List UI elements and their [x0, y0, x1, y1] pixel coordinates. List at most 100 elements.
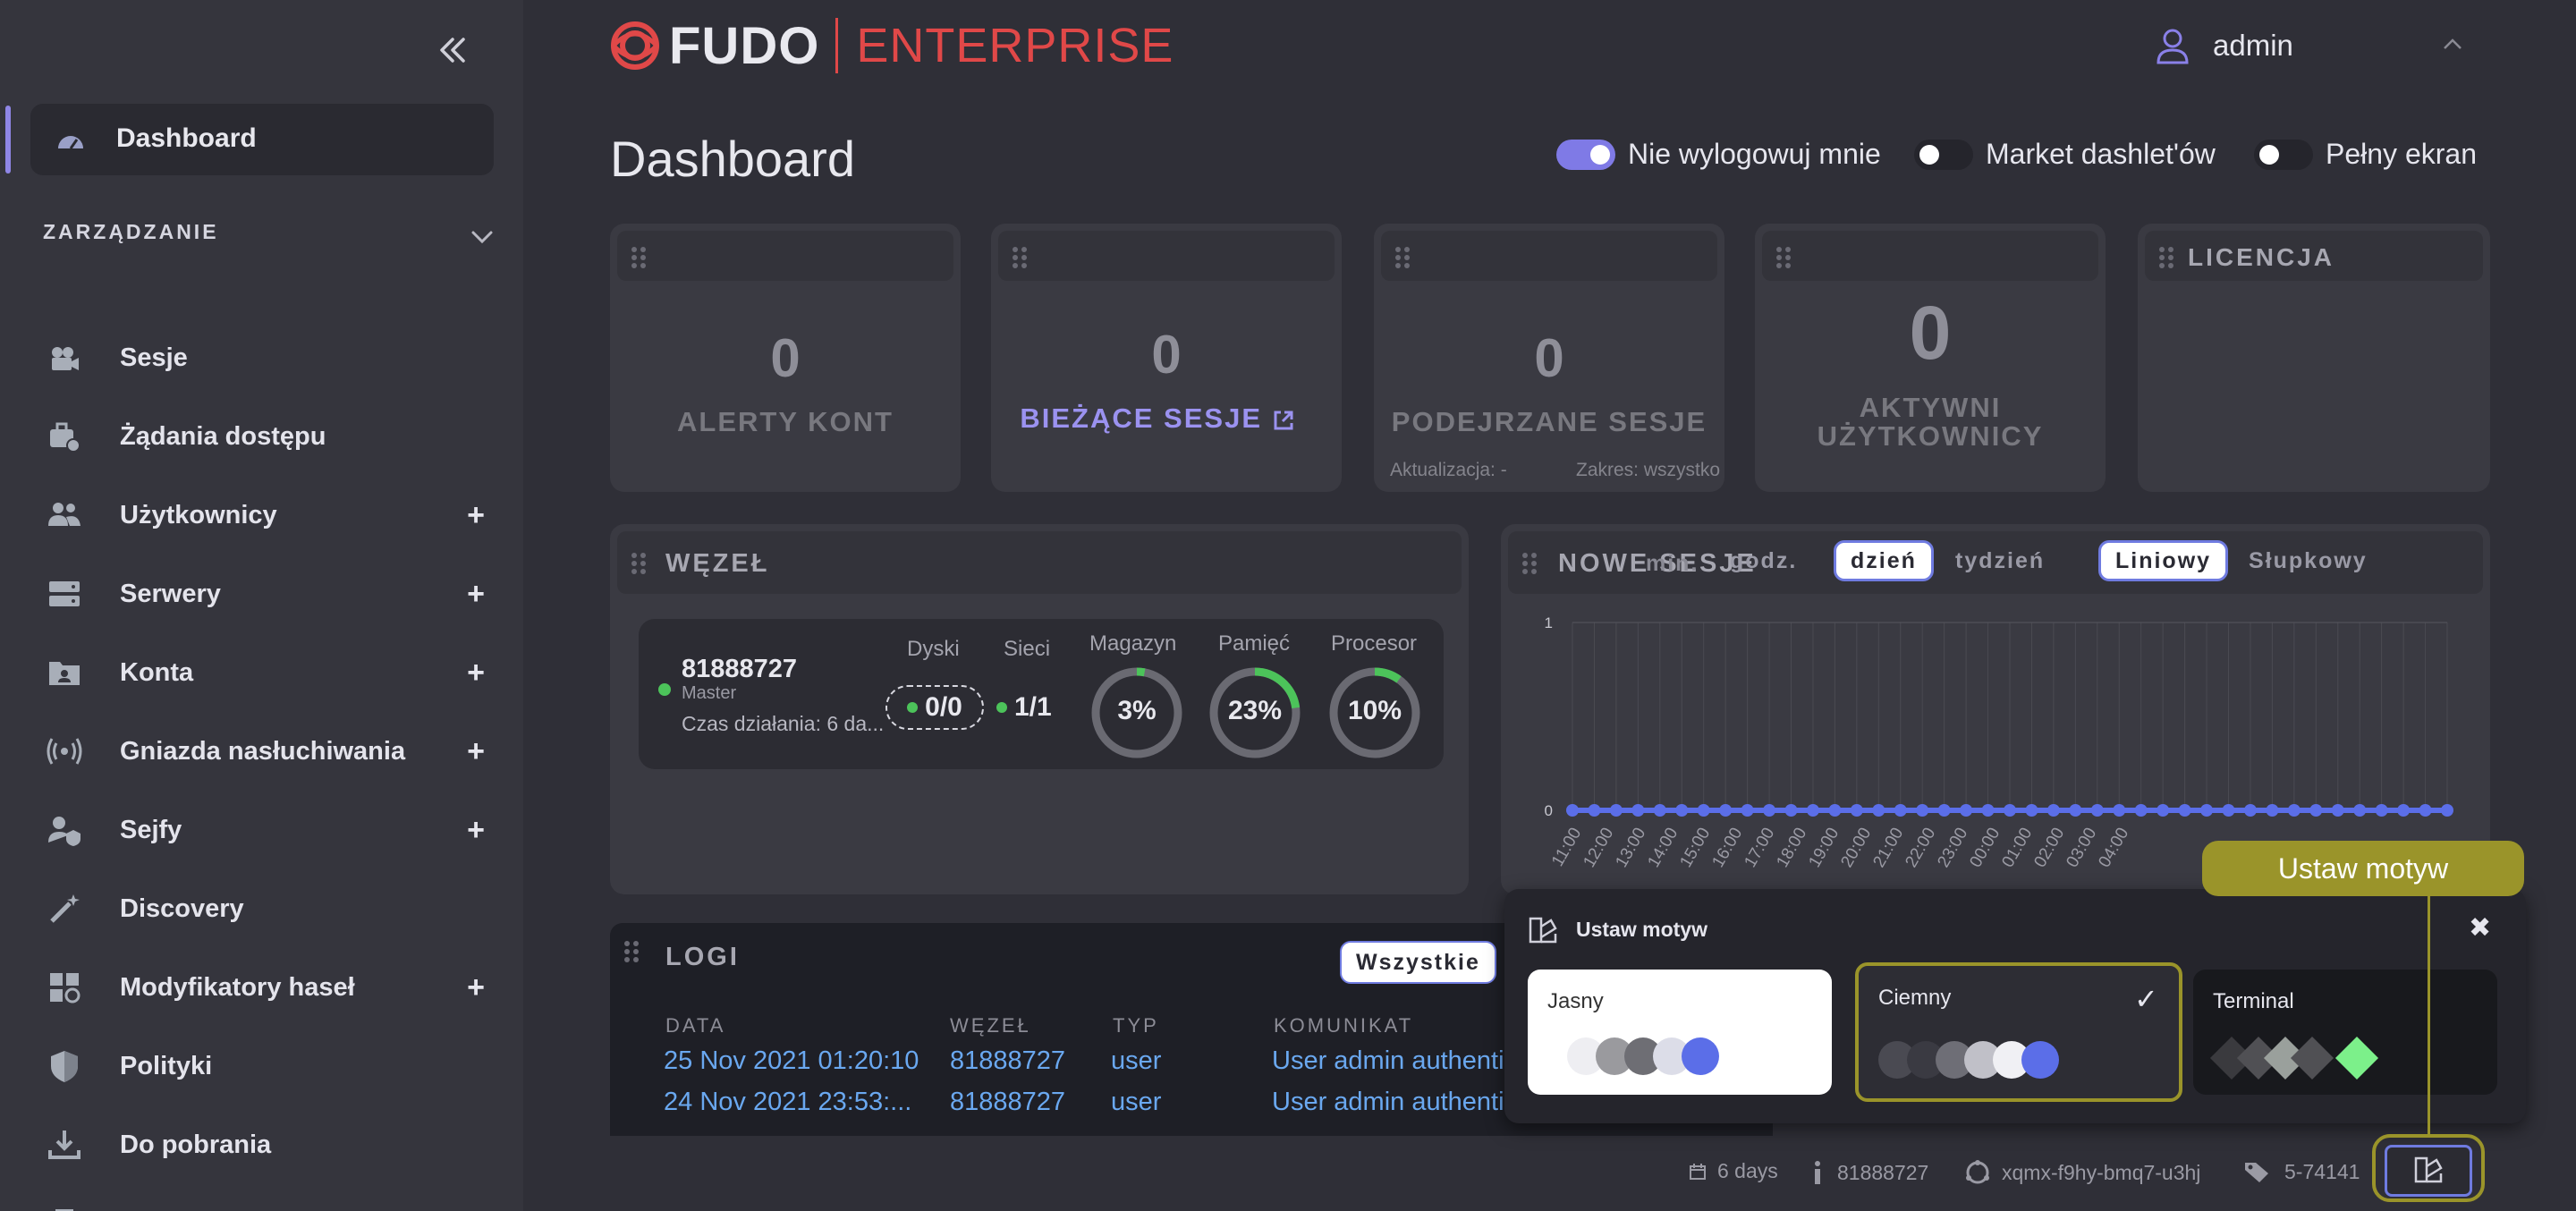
x-tick-label: 03:00: [2063, 825, 2100, 871]
data-point: [2243, 804, 2257, 817]
sessions-camera-icon: [47, 340, 82, 376]
log-type[interactable]: user: [1111, 1088, 1161, 1117]
footer-node: 81888727: [1809, 1159, 1928, 1186]
calendar-icon: [1690, 1163, 1706, 1180]
drag-handle-icon[interactable]: [630, 245, 648, 270]
chevron-down-icon[interactable]: [469, 224, 496, 250]
drag-handle-icon[interactable]: [1011, 245, 1029, 270]
data-point: [1981, 804, 1995, 817]
sidebar-item-gniazda-nasłuchiwania[interactable]: Gniazda nasłuchiwania +: [47, 724, 494, 778]
dashlet-market-toggle[interactable]: Market dashlet'ów: [1914, 138, 2216, 171]
toggle-switch[interactable]: [1914, 139, 1973, 170]
sidebar-item-konta[interactable]: Konta +: [47, 646, 494, 699]
range-day-button[interactable]: dzień: [1834, 540, 1934, 581]
node-id: 81888727: [682, 655, 798, 683]
log-message[interactable]: User admin authenti: [1272, 1088, 1504, 1117]
add-icon[interactable]: +: [458, 970, 494, 1005]
theme-terminal-option[interactable]: Terminal: [2193, 970, 2497, 1095]
data-point: [2090, 804, 2104, 817]
stat-label: ALERTY KONT: [677, 406, 894, 437]
add-icon[interactable]: +: [458, 577, 494, 612]
data-point: [2353, 804, 2367, 817]
sidebar-item-dashboard[interactable]: Dashboard: [30, 104, 494, 175]
drag-handle-icon[interactable]: [630, 551, 648, 576]
add-icon[interactable]: +: [458, 656, 494, 690]
user-name[interactable]: admin: [2213, 29, 2293, 63]
theme-name: Terminal: [2213, 989, 2294, 1013]
theme-popup: Ustaw motyw ✖ Jasny Ciemny ✓ Terminal: [1504, 889, 2526, 1123]
stay-logged-in-toggle[interactable]: Nie wylogowuj mnie: [1556, 138, 1881, 171]
sidebar-item-sesje[interactable]: Sesje: [47, 331, 494, 385]
sidebar-item-sejfy[interactable]: Sejfy +: [47, 803, 494, 857]
footer-uptime: 6 days: [1689, 1159, 1778, 1183]
chart-type-bar-button[interactable]: Słupkowy: [2234, 540, 2382, 581]
data-point: [2287, 804, 2301, 817]
drag-handle-icon[interactable]: [1521, 551, 1538, 576]
log-date[interactable]: 25 Nov 2021 01:20:10: [664, 1046, 919, 1076]
external-link-icon: [1274, 411, 1293, 430]
data-point: [2419, 804, 2432, 817]
drag-handle-icon[interactable]: [2157, 245, 2175, 270]
drag-handle-icon[interactable]: [1394, 245, 1411, 270]
drag-handle-icon[interactable]: [623, 939, 640, 964]
x-tick-label: 23:00: [1934, 825, 1971, 871]
footer-cluster: xqmx-f9hy-bmq7-u3hj: [1964, 1159, 2200, 1186]
data-point: [1806, 804, 1819, 817]
sidebar-item-żądania-dostępu[interactable]: Żądania dostępu: [47, 410, 494, 463]
range-min-button[interactable]: min.: [1646, 551, 1699, 577]
sidebar-item-serwery[interactable]: Serwery +: [47, 567, 494, 621]
toggle-switch[interactable]: [2254, 139, 2313, 170]
sidebar-item-do-pobrania[interactable]: Do pobrania: [47, 1118, 494, 1172]
log-message[interactable]: User admin authenti: [1272, 1046, 1504, 1076]
user-icon[interactable]: [2154, 27, 2191, 64]
theme-dark-option[interactable]: Ciemny ✓: [1855, 962, 2182, 1102]
column-header[interactable]: TYP: [1113, 1014, 1159, 1037]
set-theme-button[interactable]: [2385, 1145, 2472, 1197]
add-icon[interactable]: +: [458, 498, 494, 533]
stat-value: 0: [1909, 291, 1952, 375]
fullscreen-toggle[interactable]: Pełny ekran: [2254, 138, 2477, 171]
add-icon[interactable]: +: [458, 813, 494, 848]
node-status-box[interactable]: 81888727 Master Czas działania: 6 da... …: [639, 619, 1444, 769]
sidebar-item-discovery[interactable]: Discovery: [47, 882, 494, 936]
sidebar-item-label: Sesje: [120, 343, 188, 372]
collapse-sidebar-icon[interactable]: [435, 32, 470, 68]
drag-handle-icon[interactable]: [1775, 245, 1792, 270]
chevron-up-icon[interactable]: [2442, 36, 2463, 54]
log-type[interactable]: user: [1111, 1046, 1161, 1076]
x-tick-label: 22:00: [1902, 825, 1939, 871]
access-requests-icon: [47, 419, 82, 454]
sidebar-item-polityki[interactable]: Polityki: [47, 1039, 494, 1093]
column-header[interactable]: DATA: [665, 1014, 725, 1037]
active-indicator: [5, 106, 11, 174]
range-hour-button[interactable]: godz.: [1716, 540, 1811, 581]
column-header[interactable]: WĘZEŁ: [950, 1014, 1031, 1037]
widget-title: WĘZEŁ: [665, 549, 770, 578]
toggle-switch[interactable]: [1556, 139, 1615, 170]
sidebar-item-modyfikatory-haseł[interactable]: Modyfikatory haseł +: [47, 961, 494, 1014]
servers-icon: [47, 576, 82, 612]
log-date[interactable]: 24 Nov 2021 23:53:...: [664, 1088, 911, 1117]
node-status-dot: [658, 683, 671, 696]
fudo-logo-icon: [611, 21, 659, 70]
theme-light-option[interactable]: Jasny: [1528, 970, 1832, 1095]
close-icon[interactable]: ✖: [2469, 912, 2491, 944]
sidebar-item-label: Konta: [120, 657, 194, 687]
theme-name: Ciemny: [1878, 986, 1952, 1010]
x-tick-label: 15:00: [1676, 825, 1714, 871]
current-sessions-link[interactable]: BIEŻĄCE SESJE: [973, 402, 1342, 435]
accounts-folder-icon: [47, 655, 82, 690]
node-role: Master: [682, 683, 737, 703]
add-icon[interactable]: +: [458, 734, 494, 769]
log-node[interactable]: 81888727: [950, 1046, 1065, 1076]
log-node[interactable]: 81888727: [950, 1088, 1065, 1117]
sidebar-item-raporty[interactable]: Raporty: [47, 1197, 494, 1211]
data-point: [1588, 804, 1601, 817]
log-filter-all-button[interactable]: Wszystkie: [1340, 941, 1496, 984]
theme-icon: [2414, 1156, 2443, 1183]
column-header[interactable]: KOMUNIKAT: [1274, 1014, 1413, 1037]
chart-type-line-button[interactable]: Liniowy: [2098, 540, 2229, 581]
sidebar-item-użytkownicy[interactable]: Użytkownicy +: [47, 488, 494, 542]
data-point: [2113, 804, 2126, 817]
range-week-button[interactable]: tydzień: [1941, 540, 2059, 581]
